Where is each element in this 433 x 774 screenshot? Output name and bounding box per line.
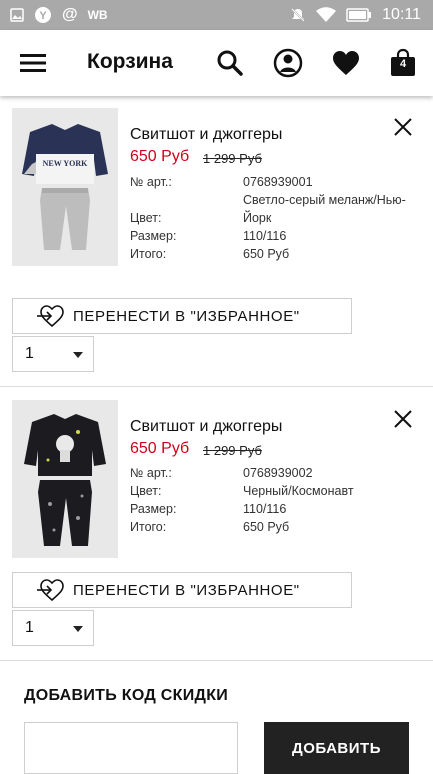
detail-label: Цвет: — [130, 211, 162, 225]
page-title: Корзина — [87, 50, 173, 73]
detail-value: 110/116 — [243, 229, 287, 243]
detail-label: Итого: — [130, 520, 167, 534]
detail-label: Цвет: — [130, 484, 162, 498]
svg-text:Y: Y — [39, 10, 47, 22]
remove-item-button[interactable] — [392, 408, 414, 430]
detail-value: 650 Руб — [243, 520, 290, 534]
detail-label: № арт.: — [130, 175, 172, 189]
quantity-select[interactable]: 1 — [12, 610, 94, 646]
mute-icon — [290, 7, 306, 23]
move-to-favorites-label: ПЕРЕНЕСТИ В "ИЗБРАННОЕ" — [73, 581, 300, 599]
divider — [0, 660, 433, 661]
detail-value: 650 Руб — [243, 247, 290, 261]
old-price: 1 299 Руб — [203, 151, 262, 166]
product-name[interactable]: Свитшот и джоггеры — [130, 418, 282, 436]
detail-label: Итого: — [130, 247, 167, 261]
detail-label: Размер: — [130, 502, 177, 516]
detail-value: 0768939002 — [243, 466, 313, 480]
product-name[interactable]: Свитшот и джоггеры — [130, 126, 282, 144]
app-header: Корзина 4 — [0, 30, 433, 96]
heart-move-icon — [37, 305, 64, 328]
product-image[interactable] — [12, 400, 118, 558]
quantity-select[interactable]: 1 — [12, 336, 94, 372]
add-discount-button[interactable]: ДОБАВИТЬ — [264, 722, 409, 774]
status-bar: Y @ WB 10:11 — [0, 0, 433, 30]
move-to-favorites-button[interactable]: ПЕРЕНЕСТИ В "ИЗБРАННОЕ" — [12, 572, 352, 608]
detail-label: Размер: — [130, 229, 177, 243]
sale-price: 650 Руб — [130, 440, 190, 457]
yandex-icon: Y — [34, 6, 52, 24]
move-to-favorites-label: ПЕРЕНЕСТИ В "ИЗБРАННОЕ" — [73, 307, 300, 325]
print-text: NEW YORK — [43, 159, 88, 168]
discount-code-input[interactable] — [24, 722, 238, 774]
detail-value: 0768939001 — [243, 175, 313, 189]
sale-price: 650 Руб — [130, 148, 190, 165]
bag-icon[interactable]: 4 — [387, 47, 419, 79]
at-icon: @ — [62, 6, 78, 23]
chevron-down-icon — [73, 626, 83, 632]
image-icon — [10, 8, 24, 22]
close-icon — [394, 410, 412, 428]
clock: 10:11 — [382, 6, 421, 23]
battery-icon — [346, 8, 372, 22]
discount-title: ДОБАВИТЬ КОД СКИДКИ — [24, 687, 229, 704]
menu-icon[interactable] — [20, 51, 46, 75]
wifi-icon — [316, 7, 337, 23]
detail-label: № арт.: — [130, 466, 172, 480]
old-price: 1 299 Руб — [203, 443, 262, 458]
product-image[interactable]: NEW YORK — [12, 108, 118, 266]
detail-value: 110/116 — [243, 502, 287, 516]
account-icon[interactable] — [272, 47, 304, 79]
bag-count: 4 — [399, 58, 407, 70]
chevron-down-icon — [73, 352, 83, 358]
remove-item-button[interactable] — [392, 116, 414, 138]
heart-icon[interactable] — [330, 47, 362, 79]
carrier-label: WB — [87, 8, 108, 22]
quantity-value: 1 — [25, 619, 34, 636]
divider — [0, 386, 433, 387]
heart-move-icon — [37, 579, 64, 602]
move-to-favorites-button[interactable]: ПЕРЕНЕСТИ В "ИЗБРАННОЕ" — [12, 298, 352, 334]
close-icon — [394, 118, 412, 136]
search-icon[interactable] — [214, 47, 246, 79]
quantity-value: 1 — [25, 345, 34, 362]
detail-value: Светло-серый меланж/Нью-Йорк — [243, 193, 406, 225]
detail-value: Черный/Космонавт — [243, 484, 354, 498]
